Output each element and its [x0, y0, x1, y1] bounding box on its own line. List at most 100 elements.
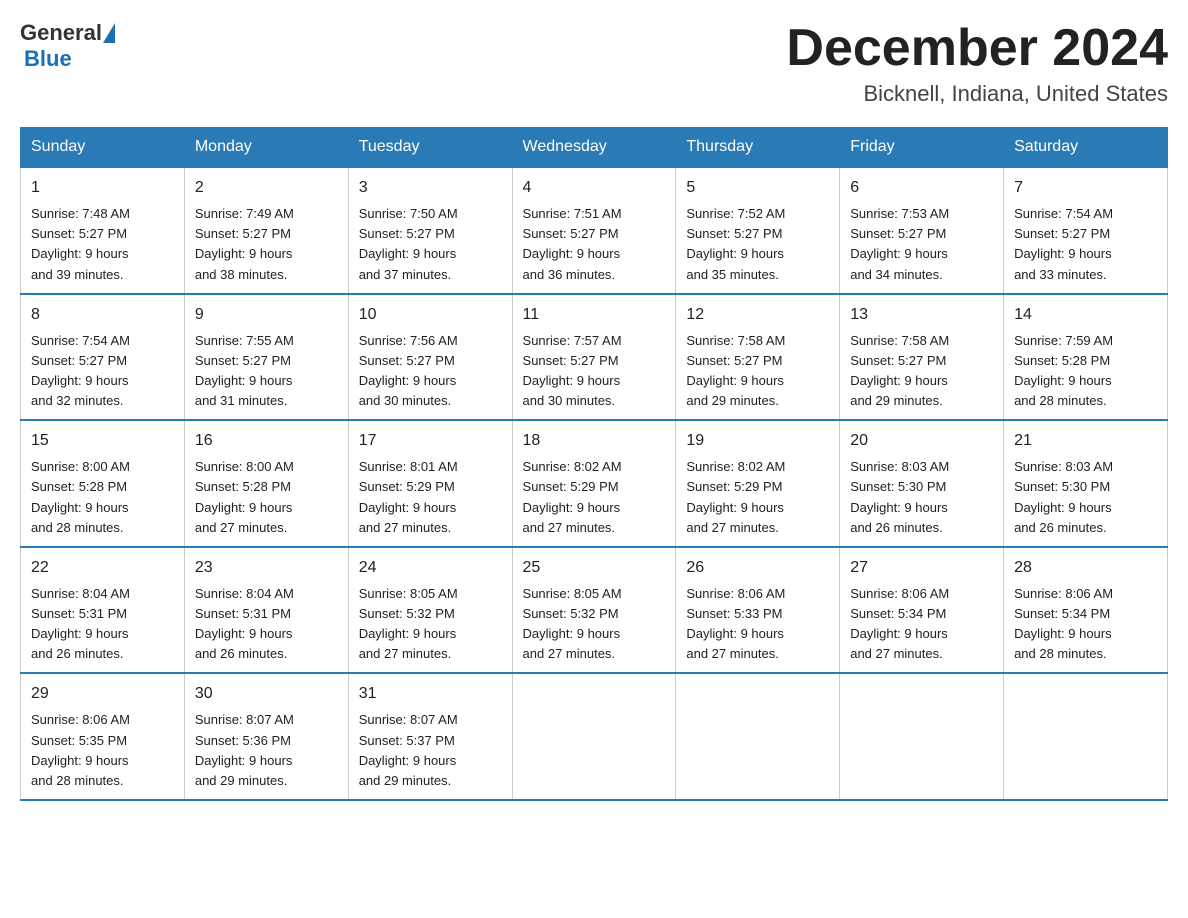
day-number: 1: [31, 176, 174, 200]
weekday-header-monday: Monday: [184, 128, 348, 168]
day-info: Sunrise: 8:00 AMSunset: 5:28 PMDaylight:…: [195, 457, 338, 538]
calendar-cell: 28 Sunrise: 8:06 AMSunset: 5:34 PMDayligh…: [1004, 547, 1168, 674]
day-info: Sunrise: 8:03 AMSunset: 5:30 PMDaylight:…: [1014, 457, 1157, 538]
day-number: 16: [195, 429, 338, 453]
day-info: Sunrise: 8:07 AMSunset: 5:36 PMDaylight:…: [195, 710, 338, 791]
day-number: 10: [359, 303, 502, 327]
weekday-header-sunday: Sunday: [21, 128, 185, 168]
day-info: Sunrise: 8:06 AMSunset: 5:34 PMDaylight:…: [1014, 584, 1157, 665]
day-number: 26: [686, 556, 829, 580]
calendar-cell: 24 Sunrise: 8:05 AMSunset: 5:32 PMDayligh…: [348, 547, 512, 674]
day-info: Sunrise: 7:58 AMSunset: 5:27 PMDaylight:…: [686, 331, 829, 412]
calendar-cell: 23Sunrise: 8:04 AMSunset: 5:31 PMDayligh…: [184, 547, 348, 674]
calendar-cell: 29Sunrise: 8:06 AMSunset: 5:35 PMDayligh…: [21, 673, 185, 800]
day-number: 31: [359, 682, 502, 706]
day-info: Sunrise: 7:54 AMSunset: 5:27 PMDaylight:…: [1014, 204, 1157, 285]
weekday-header-saturday: Saturday: [1004, 128, 1168, 168]
day-number: 19: [686, 429, 829, 453]
calendar-cell: 14 Sunrise: 7:59 AMSunset: 5:28 PMDayligh…: [1004, 294, 1168, 421]
calendar-cell: 31 Sunrise: 8:07 AMSunset: 5:37 PMDayligh…: [348, 673, 512, 800]
day-number: 27: [850, 556, 993, 580]
day-info: Sunrise: 8:02 AMSunset: 5:29 PMDaylight:…: [523, 457, 666, 538]
day-info: Sunrise: 8:05 AMSunset: 5:32 PMDaylight:…: [359, 584, 502, 665]
day-info: Sunrise: 7:48 AMSunset: 5:27 PMDaylight:…: [31, 204, 174, 285]
calendar-cell: 11Sunrise: 7:57 AMSunset: 5:27 PMDayligh…: [512, 294, 676, 421]
calendar-header-row: SundayMondayTuesdayWednesdayThursdayFrid…: [21, 128, 1168, 168]
day-info: Sunrise: 7:51 AMSunset: 5:27 PMDaylight:…: [523, 204, 666, 285]
calendar-cell: 17 Sunrise: 8:01 AMSunset: 5:29 PMDayligh…: [348, 420, 512, 547]
day-info: Sunrise: 7:58 AMSunset: 5:27 PMDaylight:…: [850, 331, 993, 412]
day-info: Sunrise: 7:59 AMSunset: 5:28 PMDaylight:…: [1014, 331, 1157, 412]
day-info: Sunrise: 7:52 AMSunset: 5:27 PMDaylight:…: [686, 204, 829, 285]
calendar-cell: 12 Sunrise: 7:58 AMSunset: 5:27 PMDayligh…: [676, 294, 840, 421]
day-info: Sunrise: 7:55 AMSunset: 5:27 PMDaylight:…: [195, 331, 338, 412]
day-number: 4: [523, 176, 666, 200]
calendar-week-1: 1 Sunrise: 7:48 AMSunset: 5:27 PMDaylight…: [21, 167, 1168, 294]
calendar-week-5: 29Sunrise: 8:06 AMSunset: 5:35 PMDayligh…: [21, 673, 1168, 800]
day-number: 17: [359, 429, 502, 453]
calendar-cell: 30Sunrise: 8:07 AMSunset: 5:36 PMDayligh…: [184, 673, 348, 800]
day-info: Sunrise: 7:56 AMSunset: 5:27 PMDaylight:…: [359, 331, 502, 412]
calendar-cell: 25 Sunrise: 8:05 AMSunset: 5:32 PMDayligh…: [512, 547, 676, 674]
weekday-header-friday: Friday: [840, 128, 1004, 168]
month-title: December 2024: [786, 20, 1168, 77]
day-info: Sunrise: 7:54 AMSunset: 5:27 PMDaylight:…: [31, 331, 174, 412]
day-number: 2: [195, 176, 338, 200]
calendar-cell: 19 Sunrise: 8:02 AMSunset: 5:29 PMDayligh…: [676, 420, 840, 547]
calendar-cell: 15 Sunrise: 8:00 AMSunset: 5:28 PMDayligh…: [21, 420, 185, 547]
day-number: 22: [31, 556, 174, 580]
day-number: 12: [686, 303, 829, 327]
page-header: General Blue December 2024 Bicknell, Ind…: [20, 20, 1168, 107]
calendar-cell: 21 Sunrise: 8:03 AMSunset: 5:30 PMDayligh…: [1004, 420, 1168, 547]
weekday-header-thursday: Thursday: [676, 128, 840, 168]
day-number: 21: [1014, 429, 1157, 453]
logo-triangle-icon: [103, 23, 115, 43]
calendar-cell: 13Sunrise: 7:58 AMSunset: 5:27 PMDayligh…: [840, 294, 1004, 421]
calendar-cell: 7Sunrise: 7:54 AMSunset: 5:27 PMDaylight…: [1004, 167, 1168, 294]
calendar-cell: 16 Sunrise: 8:00 AMSunset: 5:28 PMDayligh…: [184, 420, 348, 547]
calendar-cell: 8Sunrise: 7:54 AMSunset: 5:27 PMDaylight…: [21, 294, 185, 421]
calendar-cell: 5 Sunrise: 7:52 AMSunset: 5:27 PMDaylight…: [676, 167, 840, 294]
day-info: Sunrise: 8:04 AMSunset: 5:31 PMDaylight:…: [31, 584, 174, 665]
day-info: Sunrise: 8:06 AMSunset: 5:34 PMDaylight:…: [850, 584, 993, 665]
day-info: Sunrise: 8:03 AMSunset: 5:30 PMDaylight:…: [850, 457, 993, 538]
day-info: Sunrise: 8:00 AMSunset: 5:28 PMDaylight:…: [31, 457, 174, 538]
calendar-week-4: 22 Sunrise: 8:04 AMSunset: 5:31 PMDayligh…: [21, 547, 1168, 674]
calendar-cell: 4 Sunrise: 7:51 AMSunset: 5:27 PMDaylight…: [512, 167, 676, 294]
day-number: 24: [359, 556, 502, 580]
day-info: Sunrise: 8:05 AMSunset: 5:32 PMDaylight:…: [523, 584, 666, 665]
calendar-cell: 2 Sunrise: 7:49 AMSunset: 5:27 PMDaylight…: [184, 167, 348, 294]
calendar-week-2: 8Sunrise: 7:54 AMSunset: 5:27 PMDaylight…: [21, 294, 1168, 421]
title-block: December 2024 Bicknell, Indiana, United …: [786, 20, 1168, 107]
logo-general-text: General: [20, 20, 102, 46]
day-number: 3: [359, 176, 502, 200]
day-number: 28: [1014, 556, 1157, 580]
calendar-cell: 9 Sunrise: 7:55 AMSunset: 5:27 PMDaylight…: [184, 294, 348, 421]
day-info: Sunrise: 8:06 AMSunset: 5:33 PMDaylight:…: [686, 584, 829, 665]
calendar-cell: 6Sunrise: 7:53 AMSunset: 5:27 PMDaylight…: [840, 167, 1004, 294]
day-number: 11: [523, 303, 666, 327]
day-number: 5: [686, 176, 829, 200]
day-info: Sunrise: 8:04 AMSunset: 5:31 PMDaylight:…: [195, 584, 338, 665]
day-number: 14: [1014, 303, 1157, 327]
calendar-week-3: 15 Sunrise: 8:00 AMSunset: 5:28 PMDayligh…: [21, 420, 1168, 547]
day-info: Sunrise: 8:01 AMSunset: 5:29 PMDaylight:…: [359, 457, 502, 538]
day-info: Sunrise: 7:53 AMSunset: 5:27 PMDaylight:…: [850, 204, 993, 285]
calendar-cell: 22 Sunrise: 8:04 AMSunset: 5:31 PMDayligh…: [21, 547, 185, 674]
logo-blue-text: Blue: [24, 46, 72, 72]
day-number: 18: [523, 429, 666, 453]
day-number: 9: [195, 303, 338, 327]
day-number: 25: [523, 556, 666, 580]
day-info: Sunrise: 8:02 AMSunset: 5:29 PMDaylight:…: [686, 457, 829, 538]
calendar-cell: 20Sunrise: 8:03 AMSunset: 5:30 PMDayligh…: [840, 420, 1004, 547]
calendar-table: SundayMondayTuesdayWednesdayThursdayFrid…: [20, 127, 1168, 801]
calendar-cell: 18 Sunrise: 8:02 AMSunset: 5:29 PMDayligh…: [512, 420, 676, 547]
day-info: Sunrise: 7:49 AMSunset: 5:27 PMDaylight:…: [195, 204, 338, 285]
logo: General Blue: [20, 20, 115, 72]
location-title: Bicknell, Indiana, United States: [786, 81, 1168, 107]
day-number: 15: [31, 429, 174, 453]
day-info: Sunrise: 8:06 AMSunset: 5:35 PMDaylight:…: [31, 710, 174, 791]
calendar-cell: [1004, 673, 1168, 800]
day-info: Sunrise: 7:50 AMSunset: 5:27 PMDaylight:…: [359, 204, 502, 285]
day-info: Sunrise: 8:07 AMSunset: 5:37 PMDaylight:…: [359, 710, 502, 791]
